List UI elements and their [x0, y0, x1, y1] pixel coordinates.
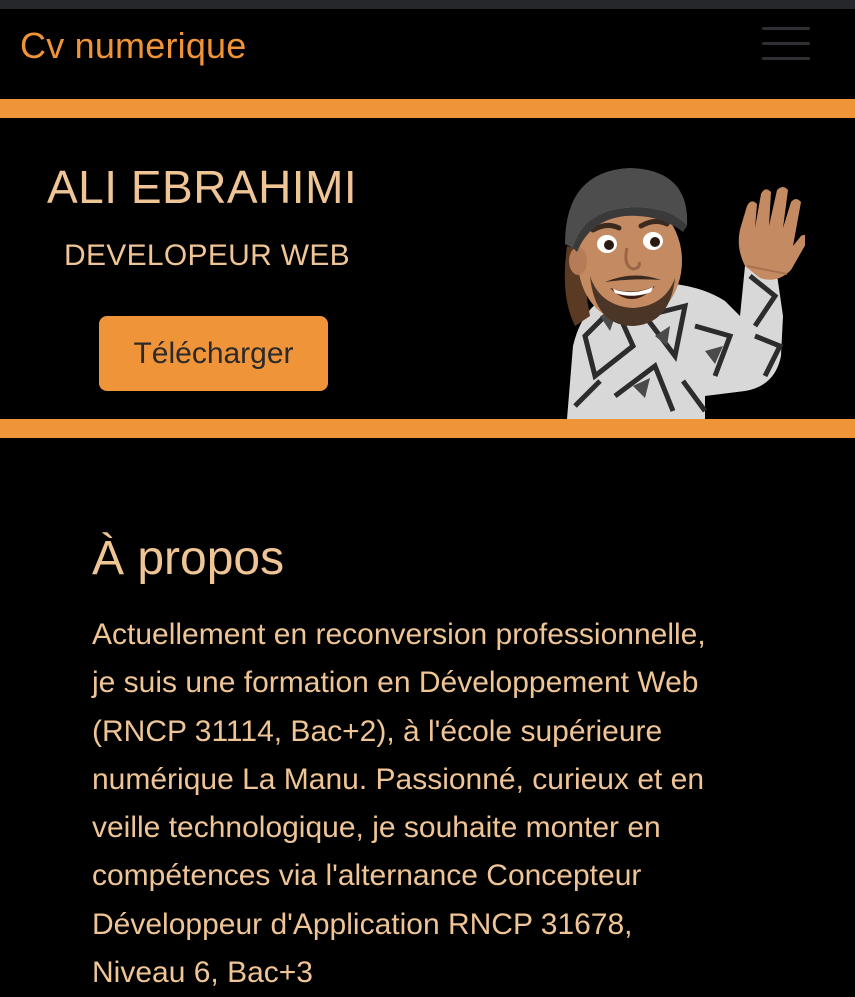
about-paragraph: Actuellement en reconversion professionn… — [92, 611, 792, 997]
accent-band-bottom — [0, 419, 855, 438]
hamburger-menu-button[interactable] — [750, 21, 822, 71]
hero-section: ALI EBRAHIMI DEVELOPEUR WEB Télécharger — [0, 118, 855, 419]
about-line: numérique La Manu. Passionné, curieux et… — [92, 762, 705, 796]
hamburger-line — [762, 27, 810, 30]
about-line: Niveau 6, Bac+3 — [92, 956, 313, 990]
about-line: compétences via l'alternance Concepteur — [92, 859, 642, 893]
about-line: Actuellement en reconversion professionn… — [92, 618, 706, 651]
avatar-icon — [564, 168, 805, 419]
about-line: veille technologique, je souhaite monter… — [92, 811, 661, 845]
browser-top-strip — [0, 0, 855, 9]
hamburger-line — [762, 57, 810, 60]
about-line: (RNCP 31114, Bac+2), à l'école supérieur… — [92, 714, 663, 748]
accent-band-top — [0, 99, 855, 118]
person-name: ALI EBRAHIMI — [47, 161, 358, 213]
about-line: je suis une formation en Développement W… — [92, 666, 699, 700]
about-title: À propos — [92, 532, 285, 585]
download-cv-button[interactable]: Télécharger — [99, 316, 328, 391]
navbar: Cv numerique — [0, 9, 855, 99]
about-line: Développeur d'Application RNCP 31678, — [92, 907, 633, 941]
job-title: DEVELOPEUR WEB — [64, 239, 350, 272]
hamburger-line — [762, 42, 810, 45]
brand-link[interactable]: Cv numerique — [20, 25, 247, 67]
